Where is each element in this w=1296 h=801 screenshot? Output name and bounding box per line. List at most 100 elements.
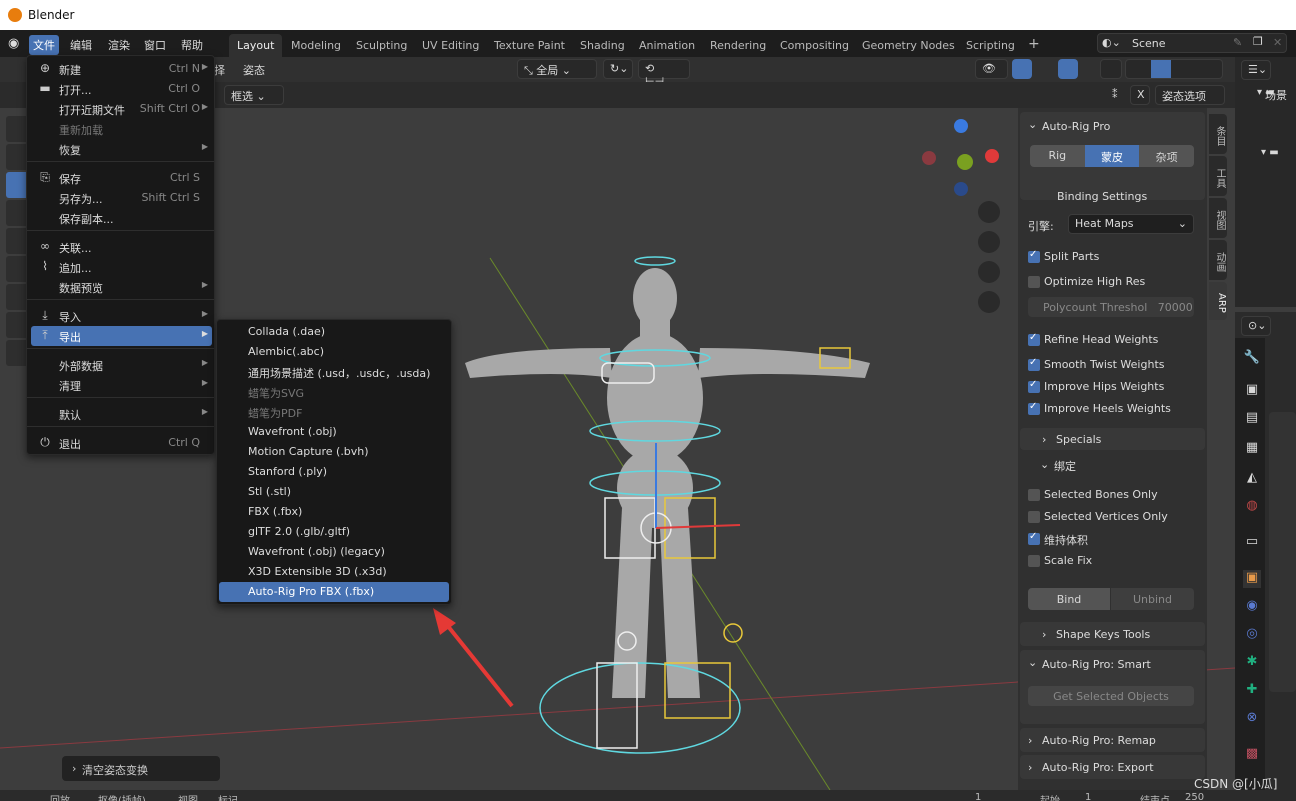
pivot-dropdown[interactable]: ↻⌄ — [603, 59, 633, 79]
optimize-high-res-checkbox[interactable] — [1028, 276, 1040, 288]
improve-hips-checkbox[interactable] — [1028, 379, 1040, 393]
view-menu[interactable]: 视图 — [178, 792, 198, 801]
tab-compositing[interactable]: Compositing — [772, 34, 857, 57]
export-menu-item[interactable]: Wavefront (.obj) (legacy) — [219, 542, 449, 562]
specials-section[interactable]: › Specials — [1020, 428, 1205, 450]
arp-remap-panel[interactable]: › Auto-Rig Pro: Remap — [1020, 728, 1205, 752]
world-icon[interactable]: ◍ — [1243, 498, 1261, 516]
end-frame-field[interactable]: 250 — [1185, 792, 1204, 801]
start-frame-field[interactable]: 1 — [1085, 792, 1091, 801]
solid-shading-button[interactable] — [1151, 60, 1171, 78]
physics-icon[interactable]: ◉ — [1243, 598, 1261, 616]
scale-fix-checkbox[interactable] — [1028, 555, 1040, 567]
bone-constraint-icon[interactable]: ⊗ — [1243, 710, 1261, 728]
current-frame-field[interactable]: 1 — [975, 792, 981, 801]
polycount-threshold-field[interactable]: Polycount Threshol 70000 — [1028, 297, 1194, 317]
shape-keys-section[interactable]: › Shape Keys Tools — [1020, 622, 1205, 646]
export-menu-item[interactable]: Collada (.dae) — [219, 322, 449, 342]
sidebar-tab-arp[interactable]: ARP — [1209, 282, 1227, 320]
export-menu-item[interactable]: X3D Extensible 3D (.x3d) — [219, 562, 449, 582]
export-menu-item[interactable]: 蜡笔为PDF — [219, 402, 449, 422]
tab-rendering[interactable]: Rendering — [702, 34, 774, 57]
smooth-twist-checkbox[interactable] — [1028, 357, 1040, 371]
last-operation-panel[interactable]: › 清空姿态变换 — [62, 756, 220, 781]
file-menu-item[interactable]: 外部数据 ▶ — [31, 355, 212, 375]
file-menu-item[interactable]: ⎘ 保存 Ctrl S — [31, 168, 212, 188]
file-menu-item[interactable]: ⤓ 导入 ▶ — [31, 306, 212, 326]
tool-icon[interactable]: 🔧 — [1243, 350, 1261, 368]
menu-pose[interactable]: 姿态 — [243, 62, 265, 78]
menu-window[interactable]: 窗口 — [140, 35, 170, 55]
tab-texture-paint[interactable]: Texture Paint — [486, 34, 573, 57]
tab-shading[interactable]: Shading — [572, 34, 633, 57]
bind-button[interactable]: Bind — [1028, 588, 1110, 610]
file-menu-item[interactable]: ⤒ 导出 ▶ — [31, 326, 212, 346]
output-icon[interactable]: ▤ — [1243, 410, 1261, 428]
binding-settings-header[interactable]: Binding Settings — [1057, 190, 1147, 203]
sidebar-tab-view[interactable]: 视图 — [1209, 198, 1227, 238]
chevron-down-icon[interactable]: ⌄ — [1040, 458, 1049, 471]
refine-head-checkbox[interactable] — [1028, 332, 1040, 346]
file-menu-item[interactable]: 重新加载 — [31, 119, 212, 139]
collection-icon[interactable]: ▾ ▬ — [1261, 147, 1279, 158]
file-menu-item[interactable]: 打开近期文件 Shift Ctrl O ▶ — [31, 99, 212, 119]
render-icon[interactable]: ▣ — [1243, 382, 1261, 400]
tab-geometry-nodes[interactable]: Geometry Nodes — [854, 34, 963, 57]
file-menu-item[interactable]: 恢复 ▶ — [31, 139, 212, 159]
x-mirror-toggle[interactable]: X — [1130, 85, 1150, 105]
export-menu-item[interactable]: Stl (.stl) — [219, 482, 449, 502]
new-scene-icon[interactable]: ❐ — [1253, 35, 1263, 48]
file-menu-item[interactable]: 默认 ▶ — [31, 404, 212, 424]
add-workspace-button[interactable]: + — [1020, 34, 1048, 57]
sidebar-tab-tool[interactable]: 工具 — [1209, 156, 1227, 196]
export-menu-item[interactable]: 蜡笔为SVG — [219, 382, 449, 402]
blender-menu-icon[interactable]: ◉ — [8, 36, 19, 51]
selected-vertices-only-checkbox[interactable] — [1028, 511, 1040, 523]
constraints-icon[interactable]: ◎ — [1243, 626, 1261, 644]
pin-icon[interactable]: ✎ — [1233, 36, 1242, 49]
engine-dropdown[interactable]: Heat Maps ⌄ — [1068, 214, 1194, 234]
tab-sculpting[interactable]: Sculpting — [348, 34, 415, 57]
texture-icon[interactable]: ▩ — [1243, 746, 1261, 764]
tab-scripting[interactable]: Scripting — [958, 34, 1023, 57]
visibility-dropdown[interactable]: 👁⌄ — [975, 59, 1008, 88]
chevron-down-icon[interactable]: ⌄ — [1028, 118, 1037, 131]
object-props-icon[interactable]: ▣ — [1243, 570, 1261, 588]
bind-section-label[interactable]: 绑定 — [1054, 458, 1076, 474]
file-menu-item[interactable]: 另存为... Shift Ctrl S — [31, 188, 212, 208]
gizmo-toggle[interactable] — [1012, 59, 1032, 79]
snap-dropdown[interactable]: ⟲ ⊢⊣⌄ — [638, 59, 690, 88]
tab-misc[interactable]: 杂项 — [1139, 145, 1194, 167]
selected-bones-only-checkbox[interactable] — [1028, 489, 1040, 501]
sidebar-tab-animation[interactable]: 动画 — [1209, 240, 1227, 280]
file-menu-item[interactable]: 数据预览 ▶ — [31, 277, 212, 297]
select-mode-dropdown[interactable]: 框选 ⌄ — [224, 85, 284, 105]
collection-props-icon[interactable]: ▭ — [1243, 534, 1261, 552]
file-menu-item[interactable]: 清理 ▶ — [31, 375, 212, 395]
export-menu-item[interactable]: Alembic(.abc) — [219, 342, 449, 362]
improve-heels-checkbox[interactable] — [1028, 401, 1040, 415]
preserve-volume-checkbox[interactable] — [1028, 531, 1040, 545]
file-menu-item[interactable]: ⌇ 追加... — [31, 257, 212, 277]
menu-help[interactable]: 帮助 — [177, 35, 207, 55]
tab-layout[interactable]: Layout — [229, 34, 283, 57]
chevron-down-icon[interactable]: ⌄ — [1028, 656, 1037, 669]
menu-select[interactable]: 择 — [214, 62, 225, 78]
pose-options-dropdown[interactable]: 姿态选项 ⌄ — [1155, 85, 1225, 117]
scene-selector[interactable]: ◐⌄ Scene ✎ ❐ ✕ — [1097, 33, 1287, 53]
export-menu-item[interactable]: 通用场景描述 (.usd，.usdc，.usda) — [219, 362, 449, 382]
shading-modes[interactable] — [1125, 59, 1223, 79]
file-menu-item[interactable]: 保存副本... — [31, 208, 212, 228]
get-selected-objects-button[interactable]: Get Selected Objects — [1028, 686, 1194, 706]
split-parts-checkbox[interactable] — [1028, 249, 1040, 263]
menu-render[interactable]: 渲染 — [104, 35, 134, 55]
export-menu-item[interactable]: FBX (.fbx) — [219, 502, 449, 522]
export-menu-item[interactable]: Motion Capture (.bvh) — [219, 442, 449, 462]
display-mode-dropdown[interactable]: ☰⌄ — [1241, 60, 1271, 80]
bone-icon[interactable]: ✚ — [1243, 682, 1261, 700]
file-menu-item[interactable]: ∞ 关联... — [31, 237, 212, 257]
tab-skin[interactable]: 蒙皮 — [1084, 145, 1140, 167]
overlay-toggle[interactable] — [1058, 59, 1078, 79]
unbind-button[interactable]: Unbind — [1111, 588, 1194, 610]
keying-menu[interactable]: 抠像(插帧) — [98, 792, 146, 801]
